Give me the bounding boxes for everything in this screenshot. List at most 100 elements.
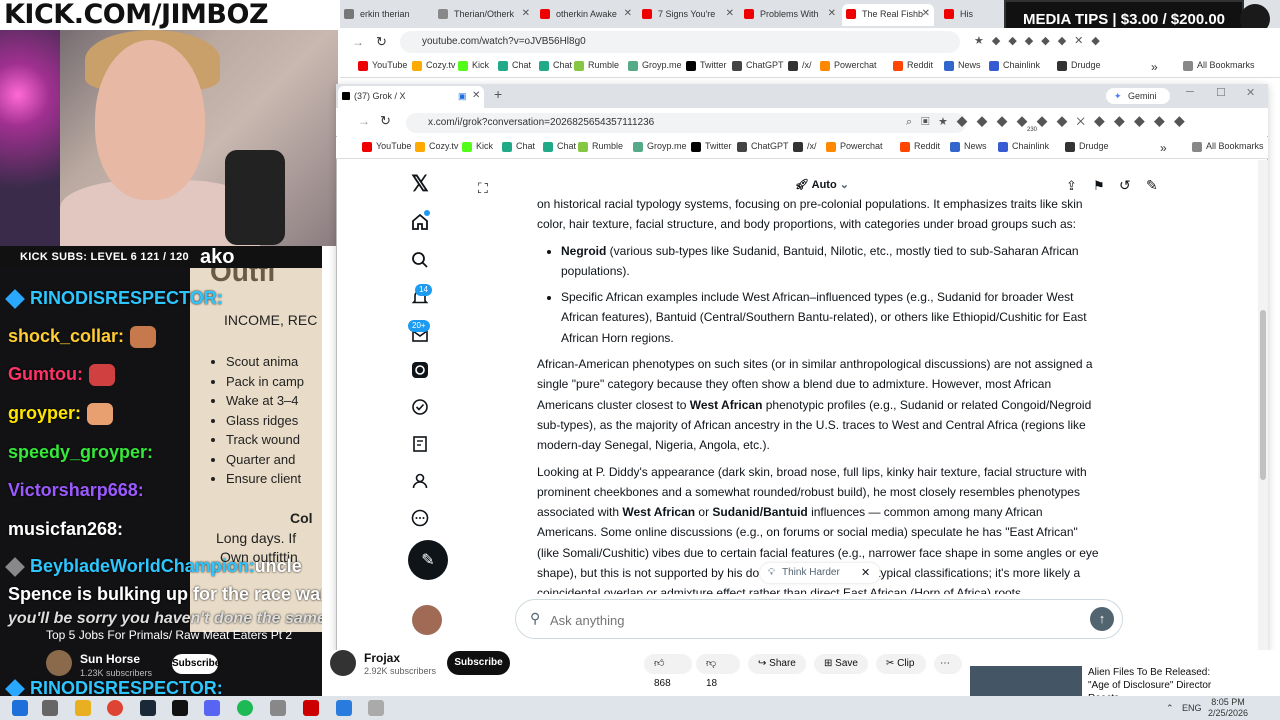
more-options-button[interactable]: ⋯ [934, 654, 962, 674]
bookmark-item[interactable]: Chainlink [998, 138, 1049, 154]
dislike-button[interactable]: 👎︎ 18 [696, 654, 740, 689]
bookmarks-overflow-icon[interactable]: » [1151, 60, 1158, 74]
bookmark-item[interactable]: Chat [543, 138, 576, 154]
send-button[interactable]: ↑ [1090, 607, 1114, 631]
bookmark-item[interactable]: Powerchat [826, 138, 883, 154]
bookmark-item[interactable]: YouTube [362, 138, 411, 154]
app-icon[interactable] [336, 700, 352, 716]
start-icon[interactable] [12, 700, 28, 716]
bookmark-item[interactable]: Kick [462, 138, 493, 154]
clock-date[interactable]: 2/25/2026 [1206, 708, 1250, 718]
subscribe-button[interactable]: Subscribe [447, 651, 510, 675]
address-bar[interactable]: youtube.com/watch?v=oJVB56Hl8g0 [400, 31, 960, 53]
bookmark-item[interactable]: Kick [458, 57, 489, 73]
bookmark-item[interactable]: Groyp.me [628, 57, 682, 73]
yt-subscribe-button[interactable]: Subscribe [172, 654, 220, 674]
bookmark-item[interactable]: News [944, 57, 981, 73]
bookmark-item[interactable]: Groyp.me [633, 138, 687, 154]
scrollbar[interactable] [1258, 160, 1268, 650]
forward-icon[interactable]: → [358, 114, 370, 128]
steam-icon[interactable] [140, 700, 156, 716]
avatar[interactable] [412, 605, 442, 635]
bookmark-item[interactable]: Chainlink [989, 57, 1040, 73]
all-bookmarks[interactable]: All Bookmarks [1192, 138, 1264, 154]
channel-name[interactable]: Frojax [364, 651, 400, 665]
articles-icon[interactable] [408, 432, 432, 456]
extension-icons[interactable]: ★◆◆◆◆◆✕◆ [974, 34, 1174, 50]
expand-icon[interactable]: ⛶ [478, 180, 488, 197]
share-icon[interactable]: ⇪ [1066, 178, 1077, 194]
bookmark-item[interactable]: Reddit [893, 57, 933, 73]
bookmark-item[interactable]: Rumble [574, 57, 619, 73]
new-chat-icon[interactable]: ✎ [1146, 177, 1158, 194]
bookmark-item[interactable]: Twitter [691, 138, 732, 154]
clip-button[interactable]: ✂ Clip [876, 654, 926, 674]
close-icon[interactable]: ✕ [472, 86, 480, 106]
recommended-thumbnail[interactable] [970, 666, 1082, 696]
address-bar[interactable]: x.com/i/grok?conversation=20268256543571… [406, 113, 966, 133]
bookmark-item[interactable]: ChatGPT [737, 138, 789, 154]
browser-tab[interactable]: His [940, 4, 1000, 26]
save-button[interactable]: ⊞ Save [814, 654, 868, 674]
x-logo-icon[interactable]: 𝕏 [408, 171, 432, 196]
browser-tab[interactable]: Problems With ✕ [740, 4, 840, 26]
browser-tab[interactable]: Therian/Otherk ✕ [434, 4, 534, 26]
maximize-icon[interactable]: ☐ [1216, 86, 1226, 99]
clock-time[interactable]: 8:05 PM [1206, 697, 1250, 707]
bookmark-item[interactable]: Rumble [578, 138, 623, 154]
bookmark-item[interactable]: Reddit [900, 138, 940, 154]
file-explorer-icon[interactable] [75, 700, 91, 716]
browser-tab-active[interactable]: The Real Fishb ✕ [842, 4, 934, 26]
tray-chevron-icon[interactable]: ⌃ [1166, 703, 1174, 714]
discord-icon[interactable] [204, 700, 220, 716]
bookmark-item[interactable]: News [950, 138, 987, 154]
all-bookmarks[interactable]: All Bookmarks [1183, 57, 1255, 73]
channel-avatar[interactable] [46, 650, 72, 676]
bookmark-item[interactable]: Chat [498, 57, 531, 73]
grok-icon[interactable] [408, 358, 432, 382]
bookmark-item[interactable]: ChatGPT [732, 57, 784, 73]
language-indicator[interactable]: ENG [1182, 703, 1202, 713]
new-tab-icon[interactable]: + [494, 86, 502, 102]
ask-input[interactable] [550, 609, 1050, 631]
browser-tab[interactable]: otherkin Awake ✕ [536, 4, 636, 26]
extension-icons[interactable]: ⌕▣★◆◆◆◆◆◆✕◆◆◆◆◆ [906, 116, 1246, 132]
model-selector[interactable]: 🚀︎ Auto ⌄ [795, 178, 849, 191]
profile-icon[interactable] [408, 469, 432, 493]
close-icon[interactable]: ✕ [861, 566, 870, 579]
history-icon[interactable]: ↺ [1119, 177, 1131, 194]
app-icon[interactable] [368, 700, 384, 716]
spotify-icon[interactable] [237, 700, 253, 716]
yt-channel-name[interactable]: Sun Horse [80, 652, 140, 666]
bookmark-item[interactable]: Cozy.tv [412, 57, 455, 73]
close-window-icon[interactable]: ✕ [1246, 86, 1255, 99]
reload-icon[interactable]: ↻ [380, 113, 391, 129]
bookmark-item[interactable]: /x/ [793, 138, 817, 154]
app-icon[interactable] [270, 700, 286, 716]
browser-tab[interactable]: erkin therian [340, 4, 432, 26]
app-icon[interactable] [303, 700, 319, 716]
reload-icon[interactable]: ↻ [376, 34, 387, 50]
browser-tab-active[interactable]: (37) Grok / X ▣ ✕ [338, 86, 484, 108]
bookmark-item[interactable]: Drudge [1065, 138, 1109, 154]
bookmark-item[interactable]: Powerchat [820, 57, 877, 73]
bookmark-icon[interactable]: ⚑ [1093, 178, 1105, 194]
chrome-icon[interactable] [107, 700, 123, 716]
bookmark-item[interactable]: Chat [502, 138, 535, 154]
bookmark-item[interactable]: Cozy.tv [415, 138, 458, 154]
forward-icon[interactable]: → [352, 35, 364, 49]
terminal-icon[interactable] [172, 700, 188, 716]
minimize-icon[interactable]: ─ [1186, 86, 1194, 98]
search-icon[interactable] [408, 248, 432, 272]
verified-icon[interactable] [408, 395, 432, 419]
bookmark-item[interactable]: Drudge [1057, 57, 1101, 73]
browser-tab[interactable]: 7 Signs You're ✕ [638, 4, 738, 26]
gemini-button[interactable]: ✦ Gemini [1106, 88, 1170, 104]
channel-avatar[interactable] [330, 650, 356, 676]
more-icon[interactable] [408, 506, 432, 530]
bookmark-item[interactable]: YouTube [358, 57, 407, 73]
task-view-icon[interactable] [42, 700, 58, 716]
bookmark-item[interactable]: /x/ [788, 57, 812, 73]
compose-button[interactable]: ✎ [408, 540, 448, 580]
bookmarks-overflow-icon[interactable]: » [1160, 141, 1167, 155]
